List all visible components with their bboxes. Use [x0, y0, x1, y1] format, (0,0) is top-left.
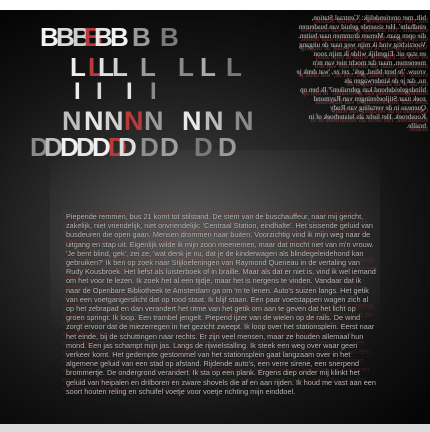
letter-n: N	[182, 106, 202, 136]
letter-n: N	[204, 106, 224, 136]
letter-l: L	[200, 52, 216, 82]
letter-n: N	[84, 106, 104, 136]
letter-i: I	[150, 78, 157, 105]
letter-l: L	[178, 52, 194, 82]
letter-d: D	[194, 132, 213, 162]
letter-n: N	[144, 106, 164, 136]
letter-d: D	[118, 132, 137, 162]
main-paragraph: Piepende remmen, bus 21 komt tot stilsta…	[66, 212, 376, 396]
letter-b: B	[160, 22, 179, 52]
letter-i: I	[74, 78, 81, 105]
letter-i: I	[126, 78, 133, 105]
bottom-border	[0, 424, 430, 432]
letter-n: N	[62, 106, 82, 136]
letter-d: D	[160, 132, 179, 162]
letter-l: L	[70, 52, 86, 82]
artwork-canvas: B B B B B B B B L L L L L L L L I I I I …	[0, 0, 430, 432]
letter-n-red: N	[124, 106, 144, 136]
letter-d: D	[218, 132, 237, 162]
top-border	[0, 0, 430, 10]
letter-n: N	[104, 106, 124, 136]
letter-b: B	[132, 22, 151, 52]
letter-d: D	[140, 132, 159, 162]
letter-b: B	[110, 22, 129, 52]
mirrored-text: bilt, met onvriendelijk: 'Centraal Stati…	[296, 14, 426, 130]
letter-n: N	[234, 106, 254, 136]
letter-i: I	[96, 78, 103, 105]
letter-l: L	[112, 52, 128, 82]
letter-l: L	[140, 52, 156, 82]
letter-l: L	[226, 52, 242, 82]
